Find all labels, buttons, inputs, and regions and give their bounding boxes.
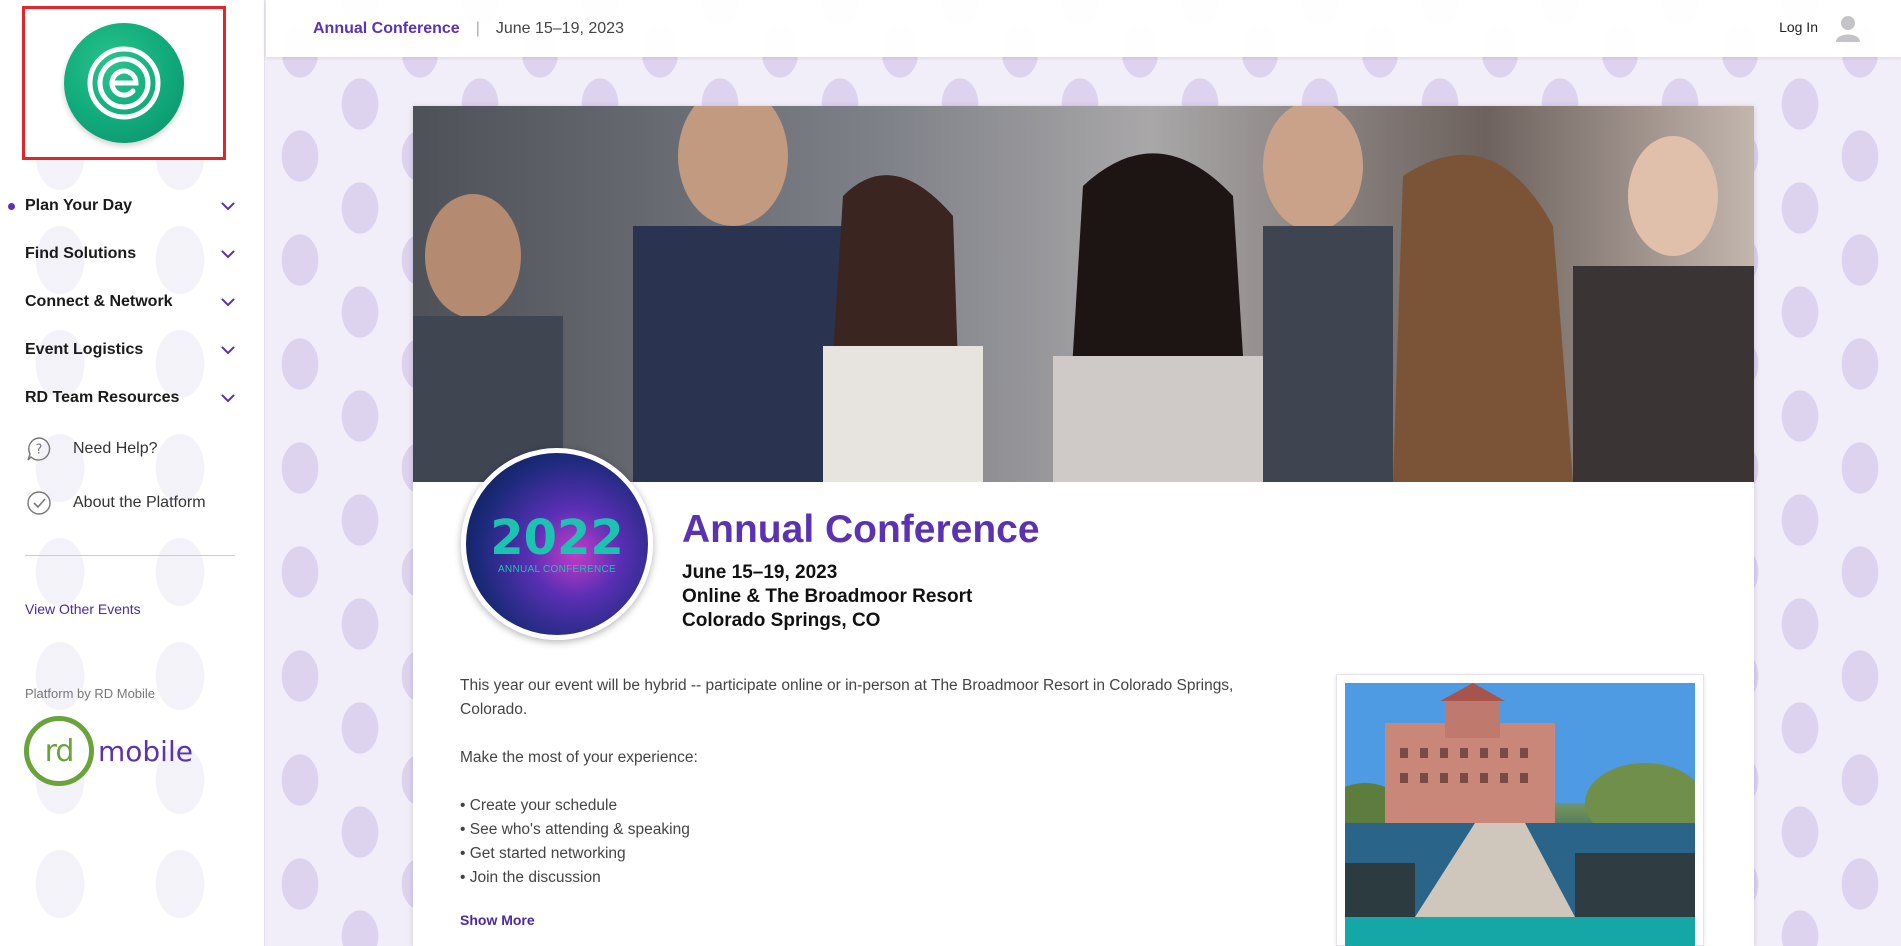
chevron-down-icon[interactable]	[219, 389, 237, 407]
topbar-event-name[interactable]: Annual Conference	[313, 20, 460, 38]
list-item: Join the discussion	[460, 866, 1290, 890]
user-avatar-icon[interactable]	[1834, 14, 1862, 42]
event-logo-badge: 2022 ANNUAL CONFERENCE	[461, 448, 653, 640]
sidebar-item-label: About the Platform	[73, 494, 206, 511]
topbar-event-dates: June 15–19, 2023	[495, 19, 624, 37]
description-bullets: Create your schedule See who's attending…	[460, 794, 1290, 890]
rd-logo-circle: rd	[24, 716, 94, 786]
hero-photo-people-clapping	[413, 106, 1754, 482]
sidebar-item-label: Plan Your Day	[25, 197, 132, 214]
list-item: Get started networking	[460, 842, 1290, 866]
chevron-down-icon[interactable]	[219, 341, 237, 359]
event-logo-year: 2022	[490, 509, 624, 566]
chevron-down-icon[interactable]	[219, 197, 237, 215]
sidebar-item-plan-your-day[interactable]: Plan Your Day	[0, 182, 265, 230]
svg-text:?: ?	[36, 443, 43, 458]
description-lead: Make the most of your experience:	[460, 749, 698, 766]
rd-logo-wordmark: mobile	[98, 734, 193, 768]
sidebar: Plan Your Day Find Solutions Connect & N…	[0, 0, 265, 946]
event-venue: Online & The Broadmoor Resort	[682, 586, 973, 607]
view-other-events-link[interactable]: View Other Events	[25, 601, 141, 617]
sidebar-item-label: Event Logistics	[25, 341, 144, 358]
list-item: Create your schedule	[460, 794, 1290, 818]
question-circle-icon: ?	[27, 437, 51, 461]
sidebar-item-find-solutions[interactable]: Find Solutions	[0, 230, 265, 278]
check-circle-icon	[27, 491, 51, 515]
hero-image	[413, 106, 1754, 482]
sidebar-item-rd-team-resources[interactable]: RD Team Resources	[0, 374, 265, 422]
platform-by-label: Platform by RD Mobile	[25, 686, 156, 701]
venue-photo-card[interactable]	[1336, 674, 1704, 946]
chevron-down-icon[interactable]	[219, 245, 237, 263]
event-dates: June 15–19, 2023	[682, 562, 838, 583]
sidebar-item-label: Connect & Network	[25, 293, 173, 310]
sidebar-nav: Plan Your Day Find Solutions Connect & N…	[0, 182, 265, 530]
sidebar-item-label: RD Team Resources	[25, 389, 180, 406]
event-description: This year our event will be hybrid -- pa…	[460, 674, 1290, 890]
chevron-down-icon[interactable]	[219, 293, 237, 311]
sidebar-divider	[25, 555, 235, 556]
venue-card-footer	[1345, 917, 1695, 946]
topbar-separator: |	[475, 19, 480, 37]
description-intro: This year our event will be hybrid -- pa…	[460, 677, 1234, 718]
rd-logo-text: rd	[44, 733, 75, 769]
sidebar-item-event-logistics[interactable]: Event Logistics	[0, 326, 265, 374]
login-link[interactable]: Log In	[1779, 19, 1818, 35]
show-more-link[interactable]: Show More	[460, 912, 535, 928]
sidebar-item-about-platform[interactable]: About the Platform	[0, 476, 265, 530]
active-indicator	[8, 203, 15, 210]
sidebar-item-label: Find Solutions	[25, 245, 137, 262]
event-app-logo[interactable]	[22, 6, 226, 160]
venue-photo	[1345, 683, 1695, 917]
rd-mobile-logo[interactable]: rd mobile	[24, 716, 193, 786]
sidebar-item-need-help[interactable]: ? Need Help?	[0, 422, 265, 476]
list-item: See who's attending & speaking	[460, 818, 1290, 842]
sidebar-item-connect-network[interactable]: Connect & Network	[0, 278, 265, 326]
event-details: June 15–19, 2023 Online & The Broadmoor …	[682, 561, 972, 633]
top-bar: Annual Conference | June 15–19, 2023 Log…	[266, 0, 1901, 57]
e-logo-icon	[64, 23, 184, 143]
event-location: Colorado Springs, CO	[682, 610, 881, 631]
event-logo-subtitle: ANNUAL CONFERENCE	[497, 563, 617, 575]
event-title: Annual Conference	[682, 508, 1040, 551]
event-home-card: 2022 ANNUAL CONFERENCE Annual Conference…	[413, 106, 1754, 946]
sidebar-item-label: Need Help?	[73, 440, 158, 457]
